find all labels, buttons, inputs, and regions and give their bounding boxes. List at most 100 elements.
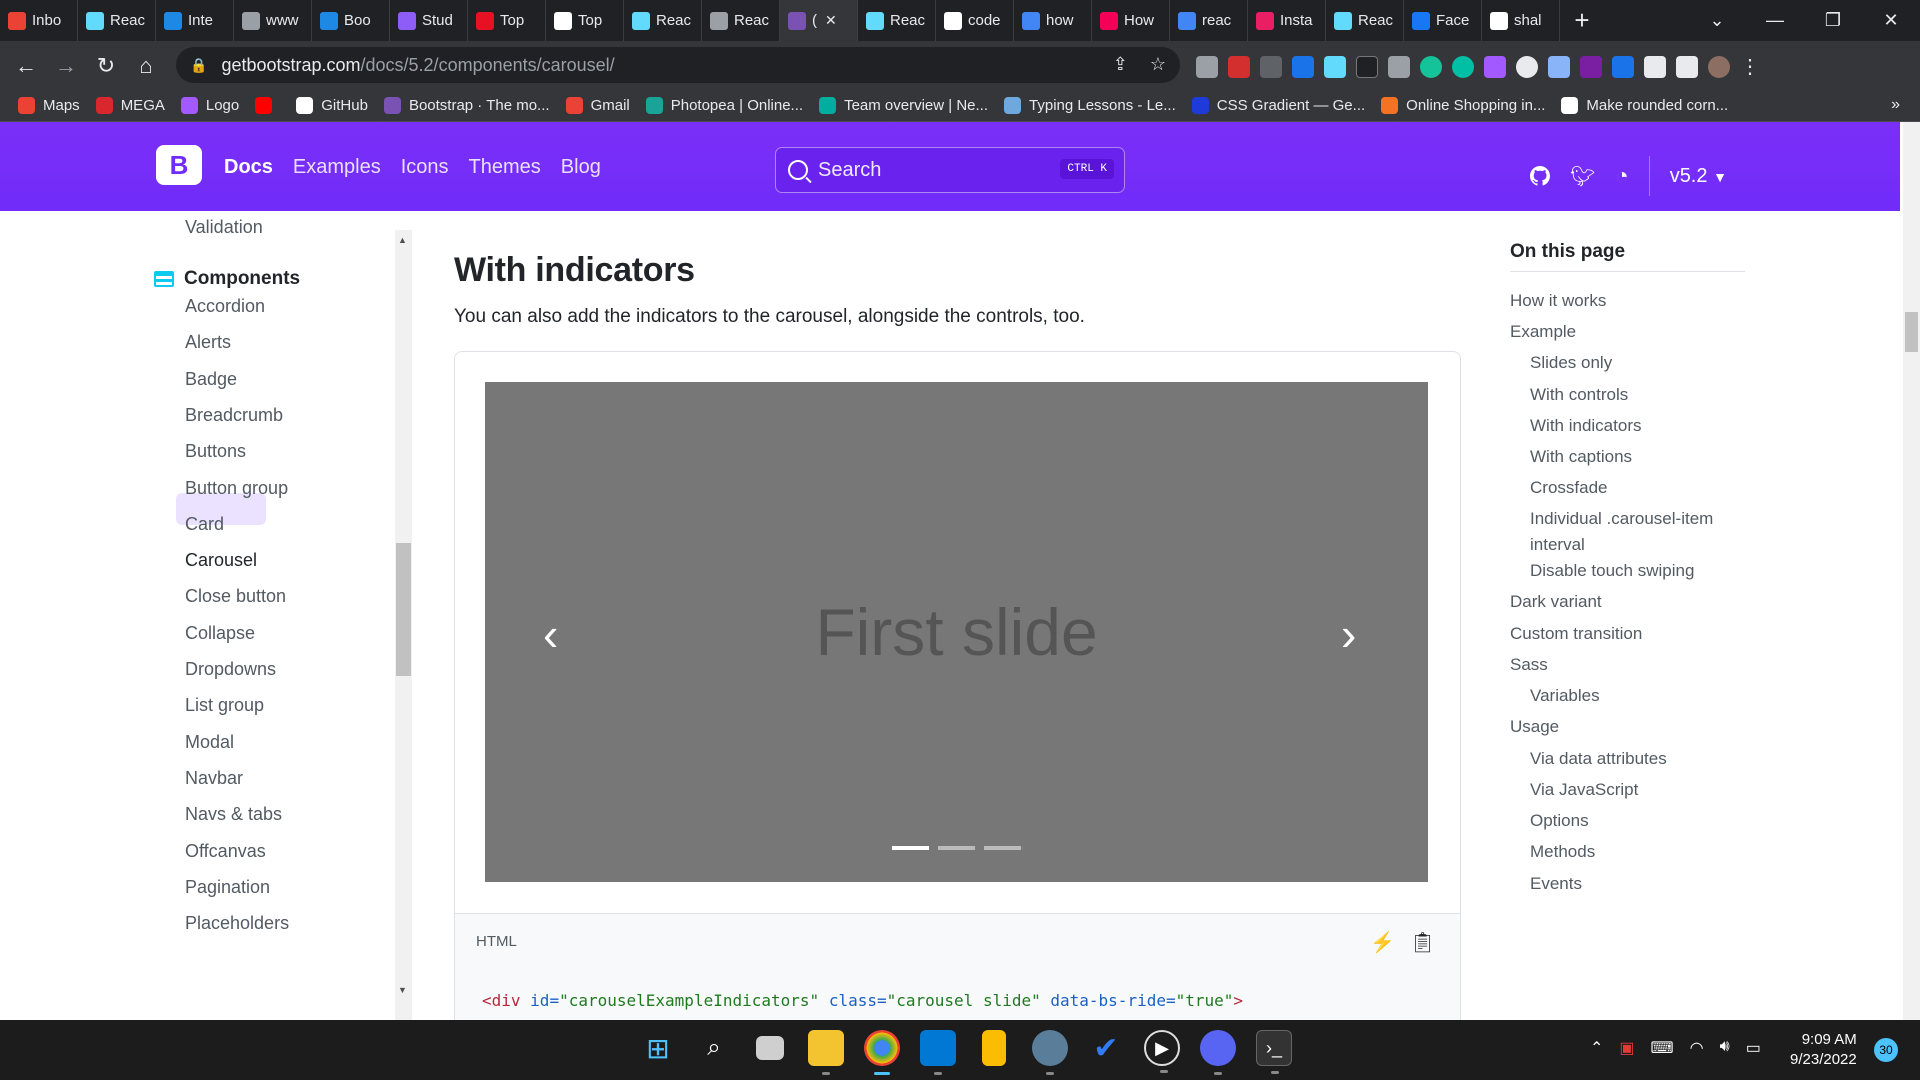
new-tab-button[interactable]: + — [1560, 5, 1604, 36]
sidebar-scroll-thumb[interactable] — [396, 543, 411, 676]
keyboard-icon[interactable]: ⌨ — [1651, 1038, 1674, 1058]
toc-link[interactable]: Custom transition — [1510, 621, 1720, 647]
bookmark-item[interactable]: Typing Lessons - Le... — [1004, 97, 1176, 114]
toc-link[interactable]: Disable touch swiping — [1530, 558, 1740, 584]
minimize-button[interactable]: — — [1746, 10, 1804, 31]
todo-icon[interactable]: ✔ — [1088, 1030, 1124, 1066]
download-icon[interactable] — [1292, 55, 1314, 78]
sidebar-item-collapse[interactable]: Collapse — [185, 623, 255, 644]
home-button[interactable]: ⌂ — [126, 53, 166, 79]
menu-icon[interactable]: ⋮ — [1740, 54, 1760, 79]
chrome-icon[interactable] — [864, 1030, 900, 1075]
nav-link-examples[interactable]: Examples — [293, 156, 381, 179]
restore-button[interactable]: ❐ — [1804, 10, 1862, 31]
bookmark-item[interactable]: Make rounded corn... — [1561, 97, 1728, 114]
bookmark-item[interactable]: MEGA — [95, 97, 165, 114]
settings-icon[interactable] — [1032, 1030, 1068, 1075]
terminal-icon[interactable]: ›_ — [1256, 1030, 1292, 1074]
sidebar-item-dropdowns[interactable]: Dropdowns — [185, 659, 276, 680]
toc-link[interactable]: With controls — [1530, 382, 1740, 408]
extension-icon[interactable] — [1612, 55, 1634, 78]
bookmark-item[interactable]: Maps — [18, 97, 80, 114]
extension-icon[interactable] — [1548, 55, 1570, 78]
extension-icon[interactable] — [1484, 55, 1506, 78]
sidebar-item-badge[interactable]: Badge — [185, 369, 237, 390]
bookmark-item[interactable] — [255, 97, 280, 114]
vscode-icon[interactable] — [920, 1030, 956, 1075]
carousel-indicator[interactable] — [892, 846, 929, 850]
nav-link-themes[interactable]: Themes — [469, 156, 541, 179]
grammarly-icon[interactable] — [1420, 55, 1442, 78]
sidebar-item-close-button[interactable]: Close button — [185, 586, 286, 607]
toc-link[interactable]: Via JavaScript — [1530, 777, 1740, 803]
browser-tab[interactable]: Reac — [702, 0, 780, 41]
sidebar-item-carousel[interactable]: Carousel — [185, 550, 257, 571]
extension-icon[interactable] — [1452, 55, 1474, 78]
share-icon[interactable]: ⇪ — [1113, 54, 1128, 75]
sidebar-item-buttons[interactable]: Buttons — [185, 441, 246, 462]
toc-link[interactable]: Slides only — [1530, 350, 1740, 376]
bookmark-item[interactable]: Online Shopping in... — [1381, 97, 1545, 114]
sidebar-item-offcanvas[interactable]: Offcanvas — [185, 841, 266, 862]
bookmark-item[interactable]: GitHub — [296, 97, 368, 114]
avatar[interactable] — [1708, 55, 1730, 78]
browser-tab[interactable]: code — [936, 0, 1014, 41]
page-scroll-thumb[interactable] — [1905, 312, 1918, 352]
clipboard-icon[interactable]: 📋︎ — [1410, 930, 1435, 955]
toc-link[interactable]: With captions — [1530, 444, 1740, 470]
toc-link[interactable]: Events — [1530, 871, 1740, 897]
scroll-down-arrow[interactable]: ▼ — [398, 985, 407, 995]
carousel-indicator[interactable] — [938, 846, 975, 850]
keep-icon[interactable] — [982, 1030, 1006, 1066]
sidebar-item-list-group[interactable]: List group — [185, 695, 264, 716]
sidebar-item-alerts[interactable]: Alerts — [185, 332, 231, 353]
carousel-next-button[interactable]: › — [1341, 607, 1356, 661]
browser-tab[interactable]: Reac — [624, 0, 702, 41]
carousel-indicator[interactable] — [984, 846, 1021, 850]
browser-tab[interactable]: shal — [1482, 0, 1560, 41]
browser-tab[interactable]: Reac — [858, 0, 936, 41]
toc-link[interactable]: Crossfade — [1530, 475, 1740, 501]
sidebar-item-button-group[interactable]: Button group — [185, 478, 288, 499]
browser-tab[interactable]: Reac — [78, 0, 156, 41]
battery-icon[interactable]: ▭ — [1746, 1038, 1761, 1058]
volume-icon[interactable]: 🔊︎ — [1720, 1038, 1730, 1058]
sidebar-item-navs-tabs[interactable]: Navs & tabs — [185, 804, 282, 825]
close-tab-icon[interactable]: ✕ — [825, 12, 837, 29]
sidebar-item-validation[interactable]: Validation — [185, 217, 263, 238]
address-bar[interactable]: 🔒 getbootstrap.com /docs/5.2/components/… — [176, 47, 1180, 83]
toc-link[interactable]: How it works — [1510, 288, 1720, 314]
media-player-icon[interactable]: ▶ — [1144, 1030, 1180, 1073]
twitter-icon[interactable]: 🐦︎ — [1570, 164, 1595, 189]
react-devtools-icon[interactable] — [1324, 55, 1346, 78]
bookmark-item[interactable]: Photopea | Online... — [645, 97, 803, 114]
browser-tab[interactable]: Top — [468, 0, 546, 41]
extension-icon[interactable] — [1228, 55, 1250, 78]
browser-tab[interactable]: how — [1014, 0, 1092, 41]
toc-link[interactable]: Via data attributes — [1530, 746, 1740, 772]
sidebar-item-breadcrumb[interactable]: Breadcrumb — [185, 405, 283, 426]
browser-tab[interactable]: Insta — [1248, 0, 1326, 41]
toc-link[interactable]: Variables — [1530, 683, 1740, 709]
stackblitz-icon[interactable]: ⚡ — [1370, 930, 1395, 955]
browser-tab[interactable]: Top — [546, 0, 624, 41]
search-input[interactable]: Search CTRL K — [775, 147, 1125, 193]
bookmarks-more-button[interactable]: » — [1891, 96, 1900, 114]
sidebar-item-navbar[interactable]: Navbar — [185, 768, 243, 789]
opencollective-icon[interactable]: ◔ — [1615, 163, 1628, 189]
extension-icon[interactable] — [1260, 55, 1282, 78]
task-view-icon[interactable] — [756, 1036, 784, 1060]
toc-link[interactable]: Methods — [1530, 839, 1740, 865]
camera-icon[interactable] — [1388, 55, 1410, 78]
lock-icon[interactable]: 🔒 — [190, 57, 207, 74]
antivirus-icon[interactable]: ▣ — [1619, 1038, 1634, 1058]
windows-start-icon[interactable]: ⊞ — [640, 1030, 676, 1066]
close-window-button[interactable]: ✕ — [1862, 10, 1920, 31]
sidepanel-icon[interactable] — [1676, 55, 1698, 78]
extension-icon[interactable] — [1516, 55, 1538, 78]
forward-button[interactable]: → — [46, 53, 86, 79]
tab-search-icon[interactable]: ⌄ — [1688, 10, 1746, 31]
sidebar-item-pagination[interactable]: Pagination — [185, 877, 270, 898]
browser-tab[interactable]: www — [234, 0, 312, 41]
reload-button[interactable]: ↻ — [86, 53, 126, 79]
